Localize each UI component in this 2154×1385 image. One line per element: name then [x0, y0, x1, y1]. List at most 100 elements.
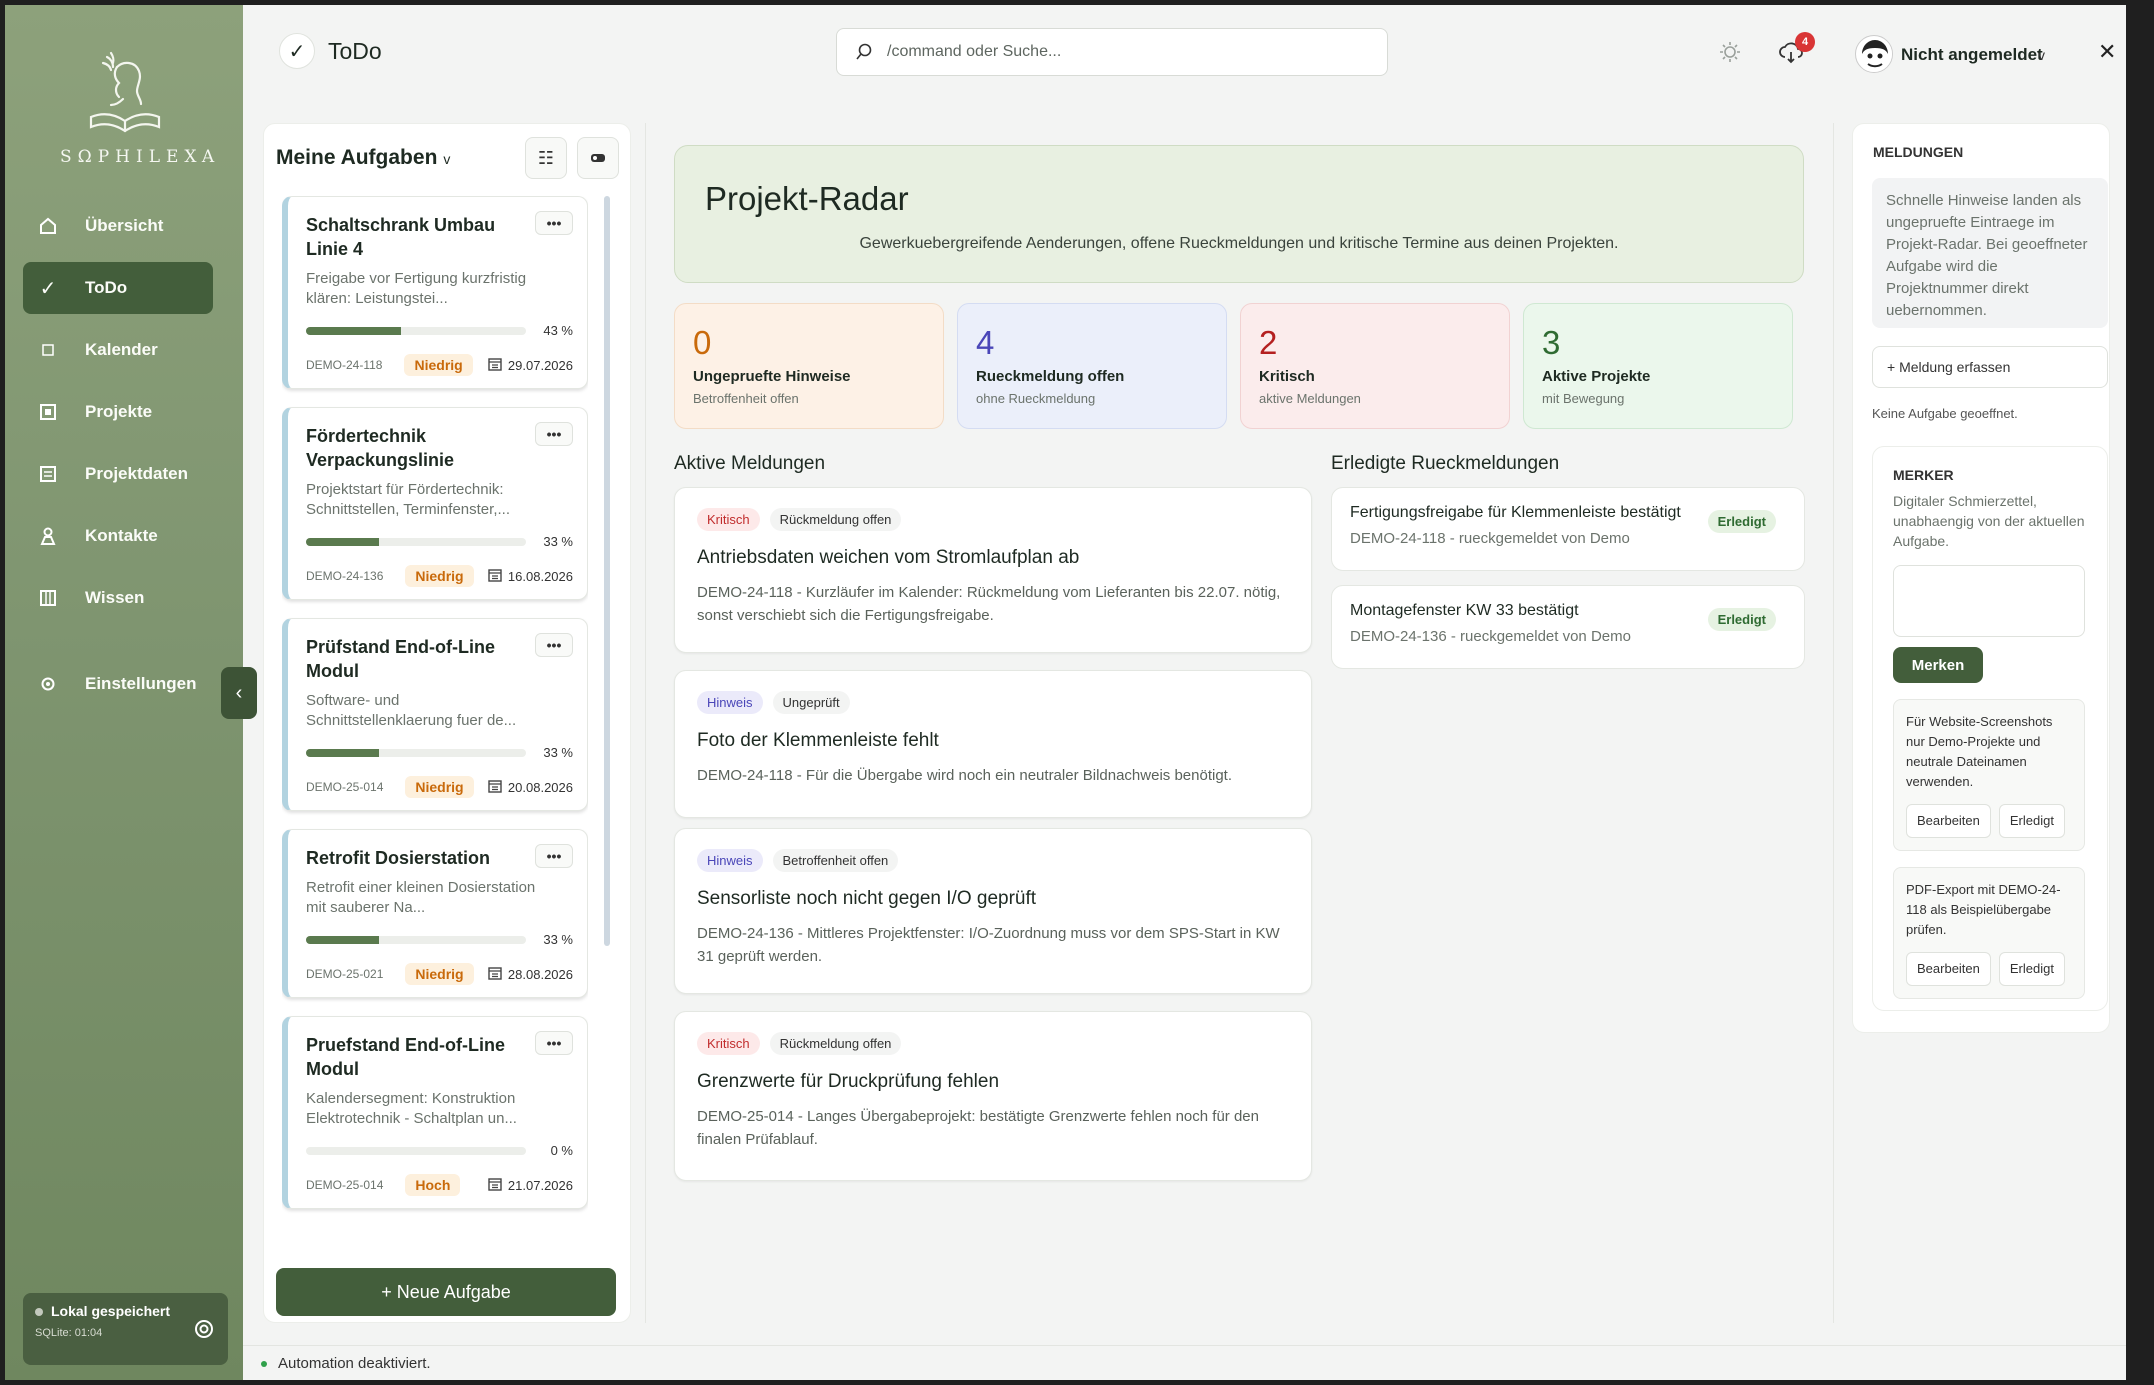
task-desc: Freigabe vor Fertigung kurzfristig kläre… [306, 270, 527, 307]
sidebar-item-uebersicht[interactable]: Übersicht [23, 200, 213, 252]
sidebar-item-todo[interactable]: ✓ ToDo [23, 262, 213, 314]
done-note-button[interactable]: Erledigt [1998, 952, 2065, 986]
sidebar-item-projektdaten[interactable]: Projektdaten [23, 448, 213, 500]
stat-kritisch[interactable]: 2 Kritisch aktive Meldungen [1240, 303, 1510, 429]
task-title: Pruefstand End-of-Line Modul [306, 1035, 505, 1079]
done-note-button[interactable]: Erledigt [1998, 804, 2065, 838]
theme-toggle-icon[interactable] [1719, 41, 1741, 68]
progress-fill [306, 326, 401, 335]
message-card[interactable]: Kritisch Rückmeldung offen Antriebsdaten… [674, 487, 1312, 653]
note-text: Für Website-Screenshots nur Demo-Projekt… [1906, 714, 2053, 789]
stat-sub: Betroffenheit offen [693, 391, 799, 406]
list-icon: ☷ [537, 147, 555, 168]
stat-sub: aktive Meldungen [1259, 391, 1361, 406]
calendar-icon [488, 779, 502, 796]
list-icon [37, 463, 59, 485]
active-messages-heading: Aktive Meldungen [674, 453, 826, 474]
task-card[interactable]: Schaltschrank Umbau Linie 4 ••• Freigabe v… [282, 196, 588, 389]
sidebar-item-label: Einstellungen [85, 674, 197, 693]
save-status-box: Lokal gespeichert SQLite: 01:04 [23, 1293, 228, 1365]
chevron-down-icon[interactable]: v [2038, 47, 2045, 63]
stat-aktive-projekte[interactable]: 3 Aktive Projekte mit Bewegung [1523, 303, 1793, 429]
status-text: Automation deaktiviert. [278, 1355, 431, 1372]
stat-ungepruefte-hinweise[interactable]: 0 Ungepruefte Hinweise Betroffenheit off… [674, 303, 944, 429]
task-card[interactable]: Fördertechnik Verpackungslinie ••• Projekt… [282, 407, 588, 600]
task-desc: Projektstart für Fördertechnik: Schnitts… [306, 481, 510, 518]
task-card[interactable]: Pruefstand End-of-Line Modul ••• Kalenders… [282, 1016, 588, 1209]
merker-sub: Digitaler Schmierzettel, unabhaengig von… [1893, 493, 2085, 549]
progress-bar [306, 748, 526, 757]
merker-heading: MERKER [1893, 467, 1954, 483]
stat-sub: mit Bewegung [1542, 391, 1625, 406]
progress-percent: 0 % [550, 1143, 573, 1158]
more-options-button[interactable]: ••• [535, 844, 573, 868]
project-icon [37, 401, 59, 423]
sidebar: SΩPHILEXA Übersicht ✓ ToDo Kalender Proj… [5, 5, 243, 1380]
progress-percent: 43 % [543, 323, 573, 338]
sidebar-item-wissen[interactable]: Wissen [23, 572, 213, 624]
new-task-button[interactable]: + Neue Aufgabe [276, 1268, 616, 1316]
toggle-icon [591, 154, 605, 162]
task-card[interactable]: Prüfstand End-of-Line Modul ••• Software- … [282, 618, 588, 811]
task-desc: Software- und Schnittstellenklaerung fue… [306, 692, 517, 729]
search-input[interactable] [887, 43, 1347, 61]
done-card[interactable]: Fertigungsfreigabe für Klemmenleiste bes… [1331, 487, 1805, 571]
sidebar-item-projekte[interactable]: Projekte [23, 386, 213, 438]
merken-button[interactable]: Merken [1893, 647, 1983, 683]
progress-fill [306, 935, 379, 944]
edit-note-button[interactable]: Bearbeiten [1906, 804, 1991, 838]
message-card[interactable]: Kritisch Rückmeldung offen Grenzwerte fü… [674, 1011, 1312, 1181]
user-name[interactable]: Nicht angemeldet [1901, 45, 2043, 65]
done-messages-heading: Erledigte Rueckmeldungen [1331, 453, 1560, 474]
progress-bar [306, 1146, 526, 1155]
divider [645, 123, 646, 1323]
more-options-button[interactable]: ••• [535, 211, 573, 235]
notification-badge: 4 [1795, 32, 1815, 52]
message-title: Foto der Klemmenleiste fehlt [697, 730, 939, 751]
sidebar-item-einstellungen[interactable]: Einstellungen [23, 658, 213, 710]
logo-icon [89, 51, 161, 133]
sidebar-item-kalender[interactable]: Kalender [23, 324, 213, 376]
merker-textarea[interactable] [1893, 565, 2085, 637]
stat-rueckmeldung-offen[interactable]: 4 Rueckmeldung offen ohne Rueckmeldung [957, 303, 1227, 429]
more-options-button[interactable]: ••• [535, 633, 573, 657]
progress-fill [306, 748, 379, 757]
status-chip: Betroffenheit offen [772, 849, 899, 872]
app-check-icon: ✓ [279, 33, 315, 69]
scrollbar[interactable] [604, 196, 610, 946]
progress-percent: 33 % [543, 932, 573, 947]
message-card[interactable]: Hinweis Betroffenheit offen Sensorliste … [674, 828, 1312, 994]
more-options-button[interactable]: ••• [535, 422, 573, 446]
meldungen-panel: MELDUNGEN Schnelle Hinweise landen als u… [1852, 123, 2110, 1033]
stat-label: Ungepruefte Hinweise [693, 368, 851, 385]
tasks-heading-dropdown[interactable]: Meine Aufgaben v [276, 146, 450, 170]
avatar[interactable] [1855, 35, 1893, 73]
sidebar-item-label: Kontakte [85, 526, 158, 545]
stat-label: Rueckmeldung offen [976, 368, 1125, 385]
add-meldung-button[interactable]: + Meldung erfassen [1872, 346, 2108, 388]
sync-icon[interactable] [194, 1319, 214, 1344]
topbar: ✓ ToDo 4 Nicht angemeldet v ✕ [243, 5, 2126, 105]
check-icon: ✓ [39, 277, 57, 300]
list-view-button[interactable]: ☷ [525, 137, 567, 179]
stat-number: 4 [976, 324, 995, 361]
note-card: PDF-Export mit DEMO-24-118 als Beispielü… [1893, 867, 2085, 999]
meldungen-heading: MELDUNGEN [1873, 144, 1964, 160]
done-card[interactable]: Montagefenster KW 33 bestätigt DEMO-24-1… [1331, 585, 1805, 669]
radar-title: Projekt-Radar [705, 180, 909, 217]
sidebar-item-kontakte[interactable]: Kontakte [23, 510, 213, 562]
stat-label: Kritisch [1259, 368, 1315, 385]
sidebar-collapse-button[interactable]: ‹ [221, 667, 257, 719]
project-code: DEMO-24-118 [306, 358, 383, 372]
status-dot [35, 1308, 43, 1316]
search-box[interactable] [836, 28, 1388, 76]
close-icon[interactable]: ✕ [2098, 39, 2116, 65]
done-chip: Erledigt [1707, 608, 1776, 631]
priority-badge: Hoch [405, 1174, 461, 1196]
more-options-button[interactable]: ••• [535, 1031, 573, 1055]
search-icon [856, 43, 872, 60]
task-card[interactable]: Retrofit Dosierstation ••• Retrofit einer … [282, 829, 588, 998]
card-view-button[interactable] [577, 137, 619, 179]
edit-note-button[interactable]: Bearbeiten [1906, 952, 1991, 986]
message-card[interactable]: Hinweis Ungeprüft Foto der Klemmenleiste… [674, 670, 1312, 818]
